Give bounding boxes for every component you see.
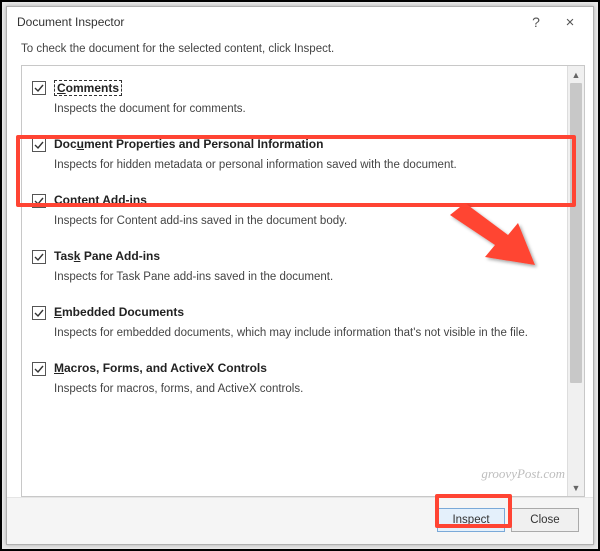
option-description: Inspects for Task Pane add-ins saved in … — [54, 270, 557, 285]
checkbox-comments[interactable] — [32, 81, 46, 95]
option-description: Inspects for hidden metadata or personal… — [54, 158, 557, 173]
instruction-text: To check the document for the selected c… — [7, 37, 593, 65]
vertical-scrollbar[interactable]: ▲ ▼ — [567, 66, 584, 496]
dialog-title: Document Inspector — [17, 15, 519, 29]
option-label: Comments — [54, 80, 122, 96]
checkbox-macros[interactable] — [32, 362, 46, 376]
option-embedded-docs: Embedded Documents Inspects for embedded… — [28, 299, 561, 355]
option-label: Document Properties and Personal Informa… — [54, 137, 323, 151]
option-doc-properties: Document Properties and Personal Informa… — [28, 131, 561, 187]
option-description: Inspects the document for comments. — [54, 102, 557, 117]
inspection-options-list: Comments Inspects the document for comme… — [22, 66, 567, 496]
document-inspector-dialog: Document Inspector ? × To check the docu… — [6, 6, 594, 545]
content-panel: Comments Inspects the document for comme… — [21, 65, 585, 497]
scroll-up-arrow-icon[interactable]: ▲ — [568, 66, 584, 83]
titlebar: Document Inspector ? × — [7, 7, 593, 37]
checkbox-content-addins[interactable] — [32, 194, 46, 208]
option-description: Inspects for Content add-ins saved in th… — [54, 214, 557, 229]
checkbox-doc-properties[interactable] — [32, 138, 46, 152]
option-label: Embedded Documents — [54, 305, 184, 319]
help-button[interactable]: ? — [519, 9, 553, 35]
option-content-addins: Content Add-ins Inspects for Content add… — [28, 187, 561, 243]
option-description: Inspects for macros, forms, and ActiveX … — [54, 382, 557, 397]
dialog-button-row: Inspect Close — [7, 497, 593, 544]
option-label: Content Add-ins — [54, 193, 147, 207]
option-description: Inspects for embedded documents, which m… — [54, 326, 557, 341]
option-macros: Macros, Forms, and ActiveX Controls Insp… — [28, 355, 561, 411]
checkbox-embedded-docs[interactable] — [32, 306, 46, 320]
checkbox-taskpane-addins[interactable] — [32, 250, 46, 264]
inspect-button[interactable]: Inspect — [437, 508, 505, 532]
option-label: Task Pane Add-ins — [54, 249, 160, 263]
close-button[interactable]: Close — [511, 508, 579, 532]
option-taskpane-addins: Task Pane Add-ins Inspects for Task Pane… — [28, 243, 561, 299]
option-comments: Comments Inspects the document for comme… — [28, 74, 561, 131]
scroll-thumb[interactable] — [570, 83, 582, 383]
scroll-down-arrow-icon[interactable]: ▼ — [568, 479, 584, 496]
close-window-button[interactable]: × — [553, 9, 587, 35]
option-label: Macros, Forms, and ActiveX Controls — [54, 361, 267, 375]
